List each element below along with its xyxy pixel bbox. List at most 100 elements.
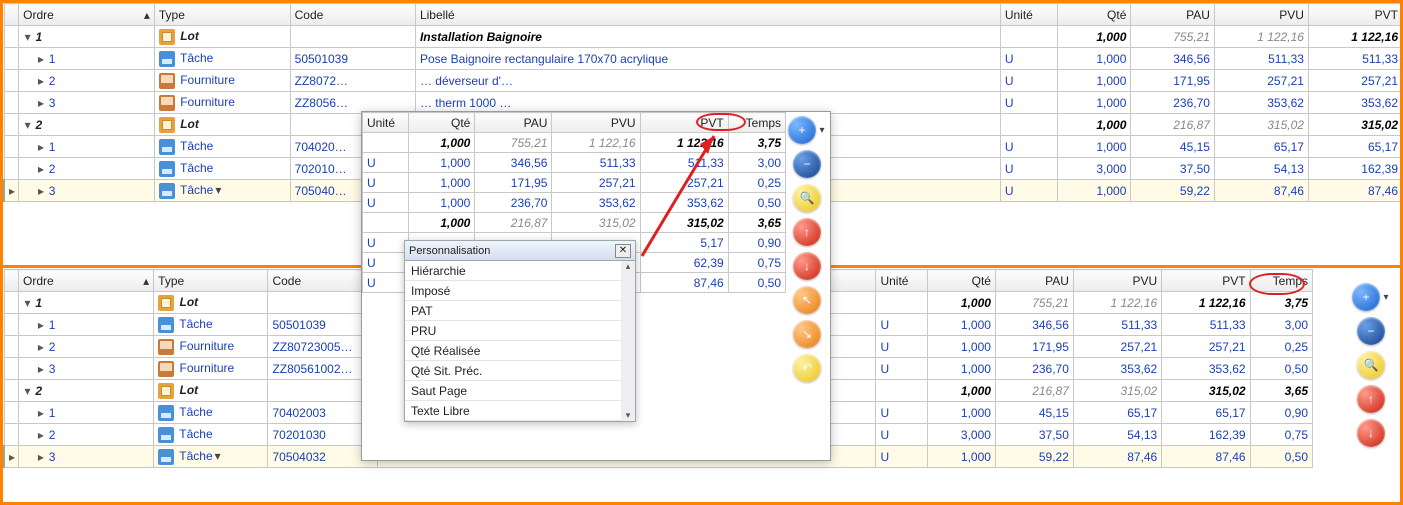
p-unite[interactable]: U — [363, 153, 409, 173]
p-pvt[interactable]: 5,17 — [640, 233, 728, 253]
p-qte[interactable]: 1,000 — [409, 193, 475, 213]
pcol-pvu[interactable]: PVU — [552, 113, 640, 133]
temps-cell[interactable]: 3,00 — [1250, 314, 1312, 336]
qte-cell[interactable]: 1,000 — [1058, 70, 1131, 92]
pau-cell[interactable]: 171,95 — [995, 336, 1073, 358]
expand-icon[interactable]: ▸ — [36, 96, 45, 110]
qte-cell[interactable]: 1,000 — [1058, 180, 1131, 202]
pvu-cell[interactable]: 315,02 — [1073, 380, 1161, 402]
p-downright-button[interactable]: ↘ — [793, 320, 821, 348]
p-temps[interactable]: 3,00 — [728, 153, 785, 173]
pvt-cell[interactable]: 353,62 — [1162, 358, 1250, 380]
perso-item[interactable]: Qté Sit. Préc. — [405, 361, 635, 381]
row-marker[interactable] — [4, 424, 19, 446]
unite-cell[interactable]: U — [1000, 70, 1057, 92]
p-pvu[interactable]: 1 122,16 — [552, 133, 640, 153]
table-row[interactable]: U1,000171,95257,21257,210,25 — [363, 173, 786, 193]
p-pvu[interactable]: 257,21 — [552, 173, 640, 193]
table-row[interactable]: U1,000236,70353,62353,620,50 — [363, 193, 786, 213]
row-marker[interactable] — [4, 380, 19, 402]
p-pvt[interactable]: 353,62 — [640, 193, 728, 213]
pvu-cell[interactable]: 257,21 — [1214, 70, 1308, 92]
pvu-cell[interactable]: 353,62 — [1214, 92, 1308, 114]
ordre-cell[interactable]: ▾ 2 — [19, 380, 154, 402]
p-pvt[interactable]: 257,21 — [640, 173, 728, 193]
type-cell[interactable]: Tâche — [154, 314, 268, 336]
row-marker[interactable] — [4, 402, 19, 424]
p-pau[interactable]: 346,56 — [475, 153, 552, 173]
type-cell[interactable]: Tâche ▾ — [154, 180, 290, 202]
p-unite[interactable]: U — [363, 253, 409, 273]
perso-item[interactable]: Texte Libre — [405, 401, 635, 421]
pvu-cell[interactable]: 353,62 — [1073, 358, 1161, 380]
row-marker[interactable] — [4, 336, 19, 358]
p-temps[interactable]: 0,75 — [728, 253, 785, 273]
unite-cell[interactable]: U — [1000, 180, 1057, 202]
p-pvu[interactable]: 353,62 — [552, 193, 640, 213]
temps-cell[interactable]: 3,65 — [1250, 380, 1312, 402]
expand-icon[interactable]: ▾ — [23, 384, 32, 398]
ordre-cell[interactable]: ▾ 2 — [19, 114, 155, 136]
table-row[interactable]: U1,000346,56511,33511,333,00 — [363, 153, 786, 173]
p-qte[interactable]: 1,000 — [409, 153, 475, 173]
pau-cell[interactable]: 755,21 — [1131, 26, 1215, 48]
ordre-cell[interactable]: ▸ 1 — [19, 314, 154, 336]
close-icon[interactable]: ✕ — [615, 244, 631, 258]
p-pvt[interactable]: 315,02 — [640, 213, 728, 233]
table-row[interactable]: ▸ 1 Tâche50501039Pose Baignoire rectangu… — [4, 48, 1403, 70]
expand-icon[interactable]: ▸ — [36, 428, 45, 442]
pau-cell[interactable]: 236,70 — [1131, 92, 1215, 114]
qte-cell[interactable]: 1,000 — [1058, 26, 1131, 48]
p-qte[interactable]: 1,000 — [409, 213, 475, 233]
pvt-cell[interactable]: 162,39 — [1308, 158, 1402, 180]
unite-cell[interactable] — [1000, 26, 1057, 48]
add-dropdown-icon[interactable]: ▾ — [1382, 292, 1390, 303]
unite-cell[interactable] — [1000, 114, 1057, 136]
pau-cell[interactable]: 346,56 — [1131, 48, 1215, 70]
p-add-button[interactable]: + — [788, 116, 816, 144]
row-marker[interactable] — [4, 92, 19, 114]
ordre-cell[interactable]: ▸ 3 — [19, 358, 154, 380]
pvt-cell[interactable]: 315,02 — [1308, 114, 1402, 136]
type-cell[interactable]: Fourniture — [154, 92, 290, 114]
table-row[interactable]: 1,000216,87315,02315,023,65 — [363, 213, 786, 233]
pau-cell[interactable]: 45,15 — [1131, 136, 1215, 158]
type-cell[interactable]: Tâche — [154, 136, 290, 158]
ordre-cell[interactable]: ▸ 1 — [19, 136, 155, 158]
row-marker[interactable]: ▸ — [4, 446, 19, 468]
pau-cell[interactable]: 45,15 — [995, 402, 1073, 424]
p-down-button[interactable]: ↓ — [793, 252, 821, 280]
pvt-cell[interactable]: 511,33 — [1162, 314, 1250, 336]
pau-cell[interactable]: 59,22 — [1131, 180, 1215, 202]
qte-cell[interactable]: 1,000 — [1058, 48, 1131, 70]
expand-icon[interactable]: ▸ — [36, 162, 45, 176]
expand-icon[interactable]: ▸ — [36, 74, 45, 88]
pvt-cell[interactable]: 1 122,16 — [1308, 26, 1402, 48]
p-search-button[interactable]: 🔍 — [793, 184, 821, 212]
p-pvt[interactable]: 62,39 — [640, 253, 728, 273]
pvu-cell[interactable]: 257,21 — [1073, 336, 1161, 358]
p-pau[interactable]: 755,21 — [475, 133, 552, 153]
pvt-cell[interactable]: 65,17 — [1162, 402, 1250, 424]
p-qte[interactable]: 1,000 — [409, 173, 475, 193]
type-cell[interactable]: Tâche — [154, 48, 290, 70]
expand-icon[interactable]: ▸ — [36, 450, 45, 464]
qte-cell[interactable]: 3,000 — [928, 424, 996, 446]
p-pau[interactable]: 236,70 — [475, 193, 552, 213]
pvu-cell[interactable]: 87,46 — [1214, 180, 1308, 202]
ordre-cell[interactable]: ▸ 3 — [19, 180, 155, 202]
p-temps[interactable]: 0,50 — [728, 193, 785, 213]
pvu-cell[interactable]: 87,46 — [1073, 446, 1161, 468]
perso-item[interactable]: Hiérarchie — [405, 261, 635, 281]
type-cell[interactable]: Tâche — [154, 402, 268, 424]
p-pvu[interactable]: 315,02 — [552, 213, 640, 233]
scrollbar[interactable]: ▴▾ — [621, 261, 635, 421]
pcol-pau[interactable]: PAU — [475, 113, 552, 133]
p-add-dropdown-icon[interactable]: ▾ — [818, 125, 826, 136]
p-pau[interactable]: 171,95 — [475, 173, 552, 193]
col-unite[interactable]: Unité — [1000, 4, 1057, 26]
pvu-cell[interactable]: 65,17 — [1073, 402, 1161, 424]
pvu-cell[interactable]: 1 122,16 — [1073, 292, 1161, 314]
libelle-cell[interactable]: … déverseur d'… — [415, 70, 1000, 92]
row-marker[interactable] — [4, 158, 19, 180]
